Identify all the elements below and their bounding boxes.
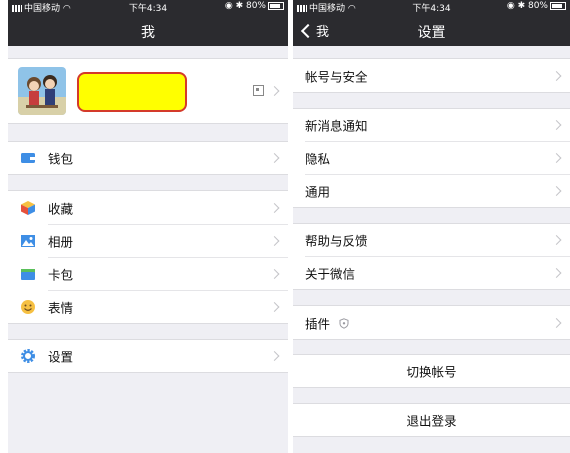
battery-percent: 80% xyxy=(527,1,548,11)
menu-item-wallet[interactable]: 钱包 xyxy=(8,141,288,175)
chevron-right-icon xyxy=(551,267,562,278)
menu-item-label: 钱包 xyxy=(48,151,74,167)
chevron-right-icon xyxy=(269,351,280,361)
page-title: 设置 xyxy=(417,25,446,41)
menu-item-label: 表情 xyxy=(48,300,74,315)
gear-icon xyxy=(21,349,35,363)
menu-item-stickers[interactable]: 表情 xyxy=(8,290,288,324)
menu-item-label: 相册 xyxy=(48,234,74,249)
logout-label: 退出登录 xyxy=(406,413,457,429)
chevron-right-icon xyxy=(269,153,280,163)
menu-item-label: 卡包 xyxy=(48,267,74,282)
menu-item-card-package[interactable]: 卡包 xyxy=(8,257,288,290)
settings-item-help-feedback[interactable]: 帮助与反馈 xyxy=(293,223,570,256)
chevron-right-icon xyxy=(269,301,280,312)
menu-item-favorites[interactable]: 收藏 xyxy=(8,190,288,224)
settings-item-privacy[interactable]: 隐私 xyxy=(293,141,570,174)
settings-item-notifications[interactable]: 新消息通知 xyxy=(293,108,570,141)
shield-icon xyxy=(339,318,349,329)
chevron-right-icon xyxy=(551,120,562,130)
menu-item-label: 收藏 xyxy=(48,201,74,216)
alarm-icon: ◉ xyxy=(506,1,515,11)
navigation-bar: 中国移动 ◠ 下午4:34 ◉ ✱ 80% 我 xyxy=(8,0,288,46)
settings-item-label: 帐号与安全 xyxy=(305,69,368,84)
status-bar: 中国移动 ◠ 下午4:34 ◉ ✱ 80% xyxy=(293,0,570,14)
status-bar: 中国移动 ◠ 下午4:34 ◉ ✱ 80% xyxy=(8,0,288,14)
album-icon xyxy=(21,234,35,247)
chevron-right-icon xyxy=(551,235,562,245)
switch-account-label: 切换帐号 xyxy=(406,364,457,380)
settings-item-about[interactable]: 关于微信 xyxy=(293,256,570,290)
settings-item-label: 通用 xyxy=(305,184,331,199)
navigation-bar: 中国移动 ◠ 下午4:34 ◉ ✱ 80% 我 设置 xyxy=(293,0,570,46)
profile-row[interactable] xyxy=(8,58,288,124)
chevron-right-icon xyxy=(269,268,280,279)
bluetooth-icon: ✱ xyxy=(235,1,244,11)
chevron-right-icon xyxy=(269,202,280,213)
qr-code-icon[interactable] xyxy=(253,85,264,96)
redacted-name-box xyxy=(77,72,187,112)
battery-icon xyxy=(268,1,284,10)
chevron-right-icon xyxy=(551,152,562,163)
wallet-icon xyxy=(21,153,35,163)
menu-item-label: 设置 xyxy=(48,349,74,365)
smiley-icon xyxy=(21,299,35,314)
menu-item-settings[interactable]: 设置 xyxy=(8,339,288,373)
settings-item-label: 关于微信 xyxy=(305,266,356,281)
settings-item-label: 新消息通知 xyxy=(305,118,368,134)
settings-item-account-security[interactable]: 帐号与安全 xyxy=(293,58,570,93)
battery-percent: 80% xyxy=(245,1,266,11)
menu-item-album[interactable]: 相册 xyxy=(8,224,288,257)
me-screen: 中国移动 ◠ 下午4:34 ◉ ✱ 80% 我 钱包 收藏 相册 卡包 表情 设… xyxy=(8,0,288,453)
chevron-right-icon xyxy=(551,317,562,328)
settings-item-label: 隐私 xyxy=(305,151,331,166)
switch-account-button[interactable]: 切换帐号 xyxy=(293,354,570,388)
bluetooth-icon: ✱ xyxy=(517,1,526,11)
chevron-right-icon xyxy=(551,70,562,81)
chevron-right-icon xyxy=(269,235,280,246)
logout-button[interactable]: 退出登录 xyxy=(293,403,570,437)
page-title: 我 xyxy=(141,25,155,41)
chevron-right-icon xyxy=(551,185,562,196)
settings-item-plugins[interactable]: 插件 xyxy=(293,305,570,340)
avatar[interactable] xyxy=(18,67,66,115)
favorites-cube-icon xyxy=(21,200,35,215)
settings-item-general[interactable]: 通用 xyxy=(293,174,570,208)
chevron-right-icon xyxy=(269,86,280,96)
settings-screen: 中国移动 ◠ 下午4:34 ◉ ✱ 80% 我 设置 帐号与安全 新消息通知 隐… xyxy=(293,0,570,453)
battery-icon xyxy=(550,1,566,10)
settings-item-label: 帮助与反馈 xyxy=(305,233,368,249)
alarm-icon: ◉ xyxy=(224,1,233,11)
settings-item-label: 插件 xyxy=(305,316,331,331)
card-package-icon xyxy=(21,268,35,280)
